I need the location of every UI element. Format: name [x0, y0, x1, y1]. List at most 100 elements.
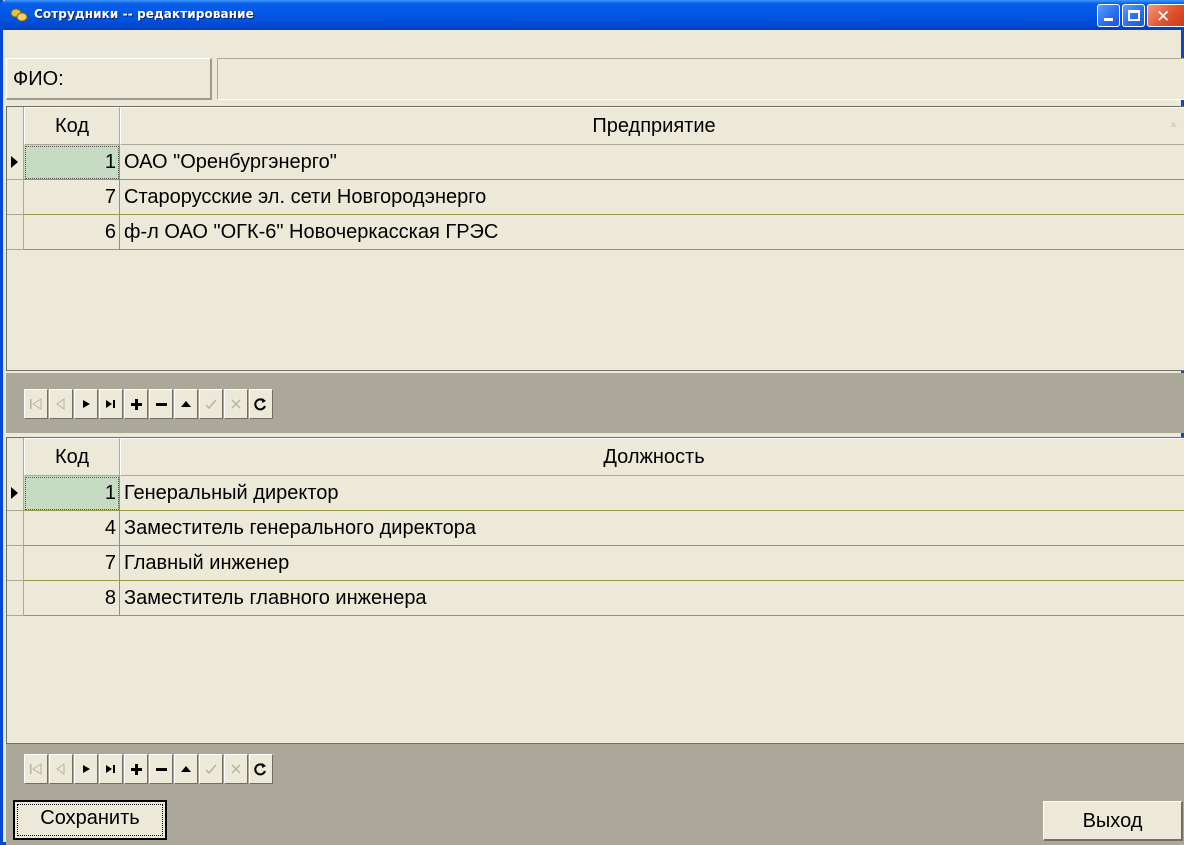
sort-ascending-icon: ▲	[1168, 118, 1179, 130]
cell-position[interactable]: Заместитель главного инженера	[120, 581, 1184, 616]
cell-code[interactable]: 4	[24, 511, 120, 546]
cell-enterprise[interactable]: Старорусские эл. сети Новгородэнерго	[120, 180, 1184, 215]
edit-record-button[interactable]	[174, 389, 198, 419]
minus-icon	[156, 403, 167, 406]
refresh-icon	[254, 398, 266, 411]
cancel-icon	[231, 764, 241, 774]
first-record-button[interactable]	[24, 754, 48, 784]
plus-icon	[131, 399, 142, 410]
cell-code[interactable]: 7	[24, 546, 120, 581]
save-button[interactable]: Сохранить	[13, 800, 167, 840]
column-header-code[interactable]: Код	[24, 438, 120, 476]
table-row[interactable]: 7 Старорусские эл. сети Новгородэнерго	[7, 180, 1184, 215]
edit-record-button[interactable]	[174, 754, 198, 784]
row-indicator	[7, 546, 24, 581]
cell-position[interactable]: Главный инженер	[120, 546, 1184, 581]
last-record-button[interactable]	[99, 389, 123, 419]
table-row[interactable]: 8 Заместитель главного инженера	[7, 581, 1184, 616]
maximize-button[interactable]	[1122, 4, 1145, 27]
cancel-icon	[231, 399, 241, 409]
minimize-icon	[1104, 18, 1113, 21]
cell-code[interactable]: 1	[24, 476, 120, 511]
row-indicator	[7, 215, 24, 250]
table-row[interactable]: 1 ОАО "Оренбургэнерго"	[7, 145, 1184, 180]
prior-record-button[interactable]	[49, 389, 73, 419]
prior-record-button[interactable]	[49, 754, 73, 784]
next-icon	[83, 400, 90, 408]
row-indicator	[7, 180, 24, 215]
delete-record-button[interactable]	[149, 754, 173, 784]
cell-code[interactable]: 8	[24, 581, 120, 616]
cell-code[interactable]: 1	[24, 145, 120, 180]
fio-label: ФИО:	[6, 58, 212, 100]
refresh-button[interactable]	[249, 389, 273, 419]
prior-icon	[56, 398, 65, 410]
post-record-button[interactable]	[199, 754, 223, 784]
column-header-code[interactable]: Код	[24, 107, 120, 145]
table-row[interactable]: 7 Главный инженер	[7, 546, 1184, 581]
row-indicator	[7, 145, 24, 180]
next-icon	[83, 765, 90, 773]
cell-enterprise[interactable]: ф-л ОАО "ОГК-6" Новочеркасская ГРЭС	[120, 215, 1184, 250]
fio-input[interactable]	[217, 58, 1184, 100]
navigator-buttons	[24, 389, 274, 419]
edit-icon	[181, 766, 191, 772]
column-header-label: Предприятие	[592, 115, 716, 137]
exit-button[interactable]: Выход	[1043, 801, 1183, 841]
edit-icon	[181, 401, 191, 407]
cancel-record-button[interactable]	[224, 389, 248, 419]
position-grid[interactable]: Код Должность 1 Генеральный директор 4 З…	[6, 437, 1184, 744]
focus-rect	[17, 804, 163, 836]
indicator-header	[7, 107, 24, 145]
cancel-record-button[interactable]	[224, 754, 248, 784]
app-icon	[10, 8, 28, 22]
window-title: Сотрудники -- редактирование	[34, 7, 254, 21]
close-icon: ✕	[1156, 7, 1171, 27]
grid-header: Код Должность	[7, 438, 1184, 476]
minimize-button[interactable]	[1097, 4, 1120, 27]
enterprise-navigator	[6, 373, 1184, 433]
last-icon	[106, 765, 115, 773]
navigator-buttons	[24, 754, 274, 784]
maximize-icon	[1128, 10, 1140, 21]
check-icon	[205, 764, 217, 775]
table-row[interactable]: 4 Заместитель генерального директора	[7, 511, 1184, 546]
plus-icon	[131, 764, 142, 775]
next-record-button[interactable]	[74, 389, 98, 419]
cell-code[interactable]: 6	[24, 215, 120, 250]
refresh-button[interactable]	[249, 754, 273, 784]
delete-record-button[interactable]	[149, 389, 173, 419]
insert-record-button[interactable]	[124, 754, 148, 784]
row-indicator	[7, 511, 24, 546]
cell-position[interactable]: Заместитель генерального директора	[120, 511, 1184, 546]
next-record-button[interactable]	[74, 754, 98, 784]
cell-enterprise[interactable]: ОАО "Оренбургэнерго"	[120, 145, 1184, 180]
table-row[interactable]: 6 ф-л ОАО "ОГК-6" Новочеркасская ГРЭС	[7, 215, 1184, 250]
table-row[interactable]: 1 Генеральный директор	[7, 476, 1184, 511]
first-record-button[interactable]	[24, 389, 48, 419]
enterprise-grid[interactable]: Код Предприятие ▲ 1 ОАО "Оренбургэнерго"…	[6, 106, 1184, 371]
current-row-arrow-icon	[11, 156, 18, 168]
cell-code[interactable]: 7	[24, 180, 120, 215]
check-icon	[205, 399, 217, 410]
position-navigator	[6, 744, 1184, 792]
post-record-button[interactable]	[199, 389, 223, 419]
bottom-panel	[6, 792, 1184, 845]
grid-header: Код Предприятие ▲	[7, 107, 1184, 145]
employees-edit-window: Сотрудники -- редактирование ✕ ФИО: Код …	[0, 0, 1184, 845]
close-button[interactable]: ✕	[1147, 4, 1184, 27]
first-icon	[30, 398, 42, 410]
last-icon	[106, 400, 115, 408]
prior-icon	[56, 763, 65, 775]
first-icon	[30, 763, 42, 775]
title-bar[interactable]: Сотрудники -- редактирование ✕	[0, 0, 1184, 30]
column-header-position[interactable]: Должность	[120, 438, 1184, 476]
refresh-icon	[254, 763, 266, 776]
insert-record-button[interactable]	[124, 389, 148, 419]
row-indicator	[7, 476, 24, 511]
minus-icon	[156, 768, 167, 771]
column-header-enterprise[interactable]: Предприятие ▲	[120, 107, 1184, 145]
current-row-arrow-icon	[11, 487, 18, 499]
last-record-button[interactable]	[99, 754, 123, 784]
cell-position[interactable]: Генеральный директор	[120, 476, 1184, 511]
